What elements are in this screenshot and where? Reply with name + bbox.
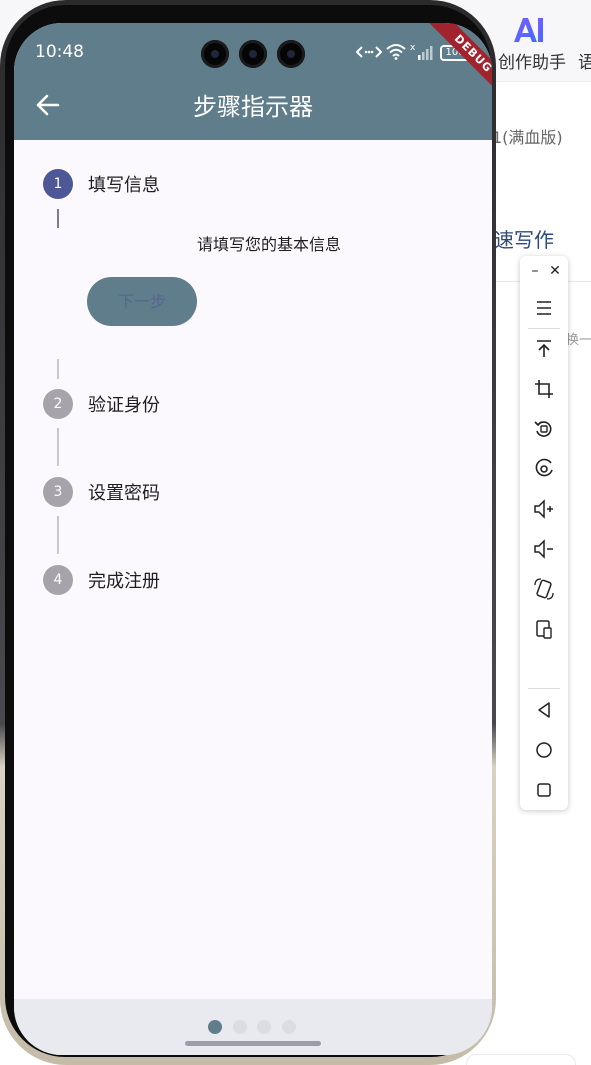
page-title: 步骤指示器 xyxy=(193,93,313,121)
device-icon[interactable] xyxy=(530,615,558,643)
page-dot-4[interactable] xyxy=(282,1020,296,1034)
volume-up-icon[interactable] xyxy=(530,495,558,523)
rotate-icon[interactable] xyxy=(530,415,558,443)
step-3-circle[interactable]: 3 xyxy=(43,477,73,507)
ai-assistant-tab[interactable]: 创作助手 xyxy=(498,48,566,73)
nav-home-icon[interactable] xyxy=(530,736,558,764)
step-2-title[interactable]: 验证身份 xyxy=(88,391,160,417)
step-1-connector-bottom xyxy=(57,359,59,379)
phone-frame: 10:48 x 100 步骤指示器 DEBUG 1 填写信息 请填写您的基本信息… xyxy=(0,0,496,1065)
step-2-connector xyxy=(57,428,59,466)
crop-icon[interactable] xyxy=(530,375,558,403)
next-step-button[interactable]: 下一步 xyxy=(87,277,197,326)
nav-back-icon[interactable] xyxy=(530,696,558,724)
step-1-circle[interactable]: 1 xyxy=(43,169,73,199)
app-bar: 10:48 x 100 步骤指示器 xyxy=(14,23,492,140)
step-4-circle[interactable]: 4 xyxy=(43,565,73,595)
nav-recents-icon[interactable] xyxy=(530,776,558,804)
step-1-content: 请填写您的基本信息 xyxy=(197,235,342,254)
minimize-icon[interactable]: – xyxy=(526,262,544,280)
camera-center-icon xyxy=(239,40,267,68)
volume-down-icon[interactable] xyxy=(530,535,558,563)
svg-text:x: x xyxy=(410,43,416,53)
signal-icon: x xyxy=(410,43,433,60)
step-3-connector xyxy=(57,516,59,554)
step-3-title[interactable]: 设置密码 xyxy=(88,479,160,505)
background-input[interactable] xyxy=(466,1054,576,1065)
page-indicator-bar xyxy=(14,999,492,1055)
quick-write-label[interactable]: 速写作 xyxy=(494,224,554,253)
menu-icon[interactable] xyxy=(530,294,558,322)
page-dot-2[interactable] xyxy=(233,1020,247,1034)
model-label: 1(满血版) xyxy=(492,128,563,147)
phone-screen: 10:48 x 100 步骤指示器 DEBUG 1 填写信息 请填写您的基本信息… xyxy=(14,23,492,1055)
network-arrows-icon xyxy=(356,46,382,58)
page-dot-3[interactable] xyxy=(257,1020,271,1034)
camera-right-icon xyxy=(277,40,305,68)
camera-left-icon xyxy=(201,40,229,68)
ai-logo-icon xyxy=(514,18,543,42)
toolbar-divider-2 xyxy=(528,688,560,689)
screenshot-icon[interactable] xyxy=(530,455,558,483)
step-1-title[interactable]: 填写信息 xyxy=(88,171,160,197)
emulator-toolbar: – ✕ xyxy=(520,256,568,810)
step-4-title[interactable]: 完成注册 xyxy=(88,567,160,593)
status-time: 10:48 xyxy=(35,42,84,62)
step-1-connector xyxy=(57,209,59,228)
page-dot-1[interactable] xyxy=(208,1020,222,1034)
pin-top-icon[interactable] xyxy=(530,335,558,363)
rotate-device-icon[interactable] xyxy=(530,575,558,603)
home-indicator[interactable] xyxy=(185,1041,321,1046)
wifi-icon xyxy=(386,44,406,60)
close-icon[interactable]: ✕ xyxy=(546,262,564,280)
language-tab[interactable]: 语 xyxy=(578,48,591,73)
phone-bezel: 10:48 x 100 步骤指示器 DEBUG 1 填写信息 请填写您的基本信息… xyxy=(5,5,492,1057)
refresh-text[interactable]: 换一 xyxy=(566,329,591,348)
step-2-circle[interactable]: 2 xyxy=(43,389,73,419)
screen-root: 创作助手 语 1(满血版) 速写作 换一 10:48 x 100 步骤指示器 D… xyxy=(0,0,591,1065)
toolbar-divider xyxy=(528,328,560,329)
